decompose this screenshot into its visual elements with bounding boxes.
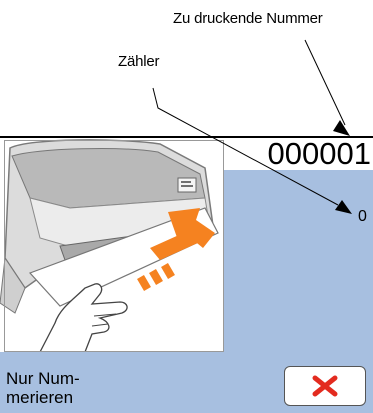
mode-caption-line-1: Nur Num- — [6, 369, 80, 388]
mode-caption: Nur Num- merieren — [6, 369, 80, 407]
callout-label-number-to-print: Zu druckende Nummer — [173, 10, 323, 27]
callout-label-counter: Zähler — [118, 53, 160, 70]
mode-caption-line-2: merieren — [6, 388, 74, 407]
red-x-icon — [312, 375, 338, 397]
insert-paper-illustration — [0, 138, 224, 352]
callout-line-number-to-print — [304, 39, 350, 136]
counter-value: 0 — [358, 208, 367, 225]
cancel-button[interactable] — [284, 366, 366, 406]
number-to-print-display: 000001 — [267, 136, 371, 171]
